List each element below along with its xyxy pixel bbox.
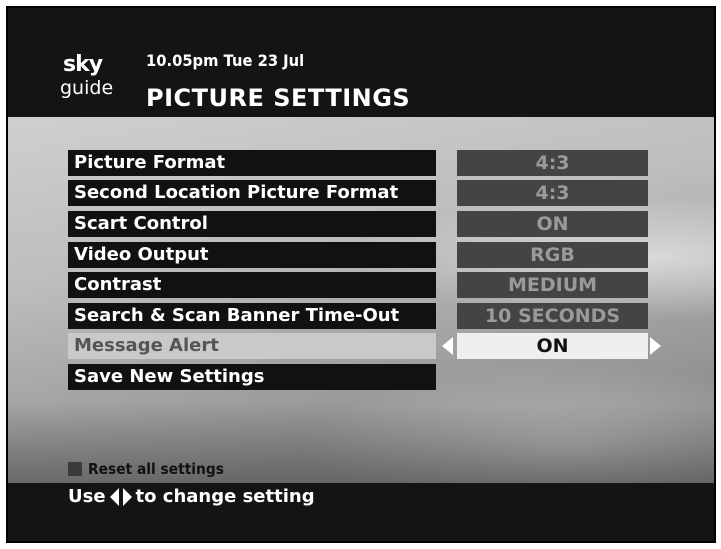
setting-message-alert-value[interactable]: ON <box>457 333 648 359</box>
setting-scart-control[interactable]: Scart Control <box>68 211 436 237</box>
setting-contrast-value[interactable]: MEDIUM <box>457 272 648 298</box>
page-title: PICTURE SETTINGS <box>146 84 411 112</box>
logo-guide-text: guide <box>60 77 114 99</box>
save-new-settings-button[interactable]: Save New Settings <box>68 364 436 390</box>
reset-all-settings-label: Reset all settings <box>88 460 224 478</box>
setting-message-alert[interactable]: Message Alert <box>68 333 436 359</box>
setting-search-scan-banner-timeout-value[interactable]: 10 SECONDS <box>457 303 648 329</box>
arrow-right-icon[interactable] <box>650 337 661 355</box>
setting-second-location-picture-format-value[interactable]: 4:3 <box>457 180 648 206</box>
footer-hint: Use to change setting <box>68 486 315 507</box>
setting-video-output[interactable]: Video Output <box>68 242 436 268</box>
arrow-left-icon[interactable] <box>442 337 453 355</box>
setting-contrast[interactable]: Contrast <box>68 272 436 298</box>
setting-second-location-picture-format[interactable]: Second Location Picture Format <box>68 180 436 206</box>
footer-prefix: Use <box>68 486 106 507</box>
setting-search-scan-banner-timeout[interactable]: Search & Scan Banner Time-Out <box>68 303 436 329</box>
reset-all-settings[interactable]: Reset all settings <box>68 460 236 478</box>
footer-suffix: to change setting <box>135 486 315 507</box>
setting-video-output-value[interactable]: RGB <box>457 242 648 268</box>
setting-picture-format[interactable]: Picture Format <box>68 150 436 176</box>
datetime: 10.05pm Tue 23 Jul <box>146 51 305 70</box>
logo-sky-text: sky <box>63 52 103 77</box>
setting-picture-format-value[interactable]: 4:3 <box>457 150 648 176</box>
red-button-icon <box>68 462 82 476</box>
setting-scart-control-value[interactable]: ON <box>457 211 648 237</box>
left-right-arrows-icon <box>109 487 132 506</box>
